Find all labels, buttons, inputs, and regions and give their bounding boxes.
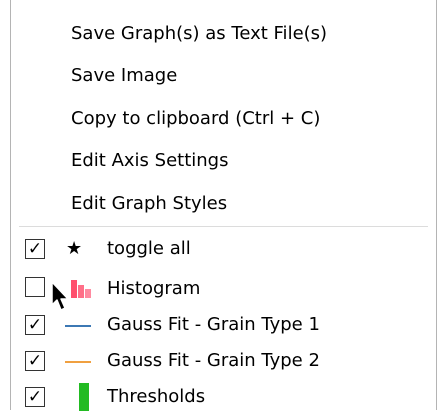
- histogram-icon: [69, 280, 97, 298]
- histogram-checkbox[interactable]: [25, 277, 45, 297]
- mouse-cursor-icon: [51, 281, 69, 311]
- thresholds-label: Thresholds: [107, 386, 206, 407]
- histogram-label: Histogram: [107, 278, 201, 299]
- line-icon: [65, 325, 91, 327]
- gauss-fit-1-checkbox[interactable]: ✓: [25, 315, 45, 335]
- gauss-fit-1-label: Gauss Fit - Grain Type 1: [107, 314, 320, 335]
- edit-graph-styles-item[interactable]: Edit Graph Styles: [71, 184, 227, 224]
- save-text-file-item[interactable]: Save Graph(s) as Text File(s): [71, 14, 327, 54]
- star-icon: ★: [66, 238, 83, 259]
- gauss-fit-2-label: Gauss Fit - Grain Type 2: [107, 350, 320, 371]
- toggle-all-label: toggle all: [107, 238, 191, 259]
- thresholds-checkbox[interactable]: ✓: [25, 387, 45, 407]
- gauss-fit-2-checkbox[interactable]: ✓: [25, 351, 45, 371]
- context-menu: Save Graph(s) as Text File(s) Save Image…: [10, 0, 437, 411]
- copy-clipboard-item[interactable]: Copy to clipboard (Ctrl + C): [71, 99, 320, 139]
- bar-icon: [79, 383, 89, 411]
- menu-separator: [19, 226, 428, 227]
- edit-axis-settings-item[interactable]: Edit Axis Settings: [71, 141, 228, 181]
- toggle-all-checkbox[interactable]: ✓: [25, 239, 45, 259]
- line-icon: [65, 361, 91, 363]
- save-image-item[interactable]: Save Image: [71, 56, 177, 96]
